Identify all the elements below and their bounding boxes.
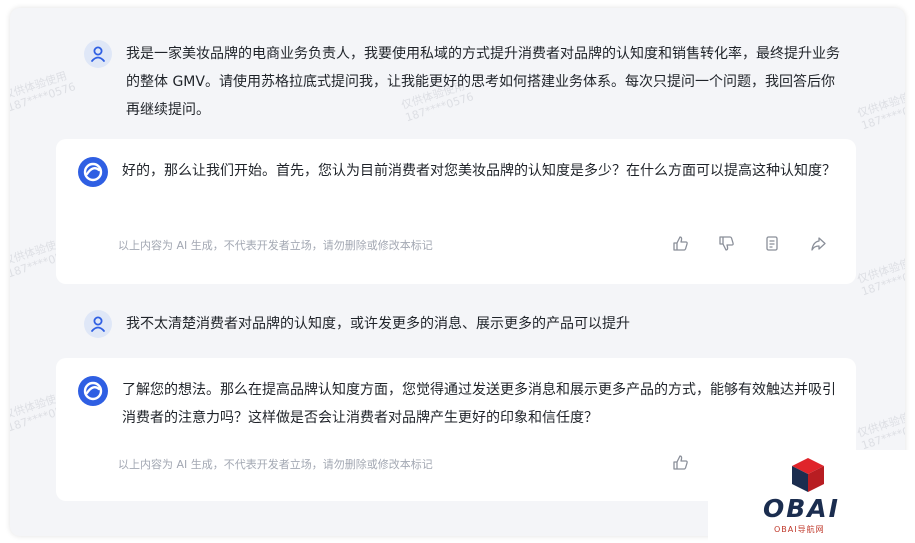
ai-message-text: 了解您的想法。那么在提高品牌认知度方面，您觉得通过发送更多消息和展示更多产品的方… (122, 382, 836, 426)
logo-subtitle: OBAI导航网 (774, 525, 825, 534)
user-message: 我是一家美妆品牌的电商业务负责人，我要使用私域的方式提升消费者对品牌的认知度和销… (84, 40, 846, 124)
share-icon (810, 236, 826, 251)
user-message-text: 我不太清楚消费者对品牌的认知度，或许发更多的消息、展示更多的产品可以提升 (126, 316, 630, 332)
user-message-text: 我是一家美妆品牌的电商业务负责人，我要使用私域的方式提升消费者对品牌的认知度和销… (126, 46, 840, 118)
copy-button[interactable] (762, 233, 782, 253)
user-icon (91, 316, 105, 332)
watermark: 仅供体验使用187****0576 (855, 407, 905, 453)
ai-avatar (78, 376, 108, 406)
like-button[interactable] (670, 233, 690, 253)
ai-message-text: 好的，那么让我们开始。首先，您认为目前消费者对您美妆品牌的认知度是多少？在什么方… (122, 163, 836, 179)
dislike-button[interactable] (716, 233, 736, 253)
ai-message-card: 好的，那么让我们开始。首先，您认为目前消费者对您美妆品牌的认知度是多少？在什么方… (56, 139, 856, 284)
thumbs-up-icon (672, 454, 688, 470)
watermark: 仅供体验使用187****0576 (10, 69, 78, 115)
copy-icon (765, 235, 778, 251)
ai-logo-icon (83, 381, 103, 401)
message-actions (670, 452, 690, 472)
ai-avatar (78, 157, 108, 187)
thumbs-up-icon (672, 235, 688, 251)
ai-disclaimer: 以上内容为 AI 生成，不代表开发者立场，请勿删除或修改本标记 (118, 239, 433, 252)
user-avatar (84, 40, 112, 68)
ai-disclaimer: 以上内容为 AI 生成，不代表开发者立场，请勿删除或修改本标记 (118, 458, 433, 471)
logo-text: OBAI (763, 494, 840, 523)
user-icon (91, 46, 105, 62)
message-actions (670, 233, 828, 253)
user-message: 我不太清楚消费者对品牌的认知度，或许发更多的消息、展示更多的产品可以提升 (84, 310, 846, 338)
watermark: 仅供体验使用187****0576 (855, 87, 905, 133)
watermark: 仅供体验使用187****0576 (855, 253, 905, 299)
like-button[interactable] (670, 452, 690, 472)
user-avatar (84, 310, 112, 338)
site-logo: OBAI OBAI导航网 (708, 450, 915, 543)
ai-logo-icon (83, 162, 103, 182)
thumbs-down-icon (718, 235, 734, 251)
cube-logo-icon (792, 458, 824, 492)
share-button[interactable] (808, 233, 828, 253)
